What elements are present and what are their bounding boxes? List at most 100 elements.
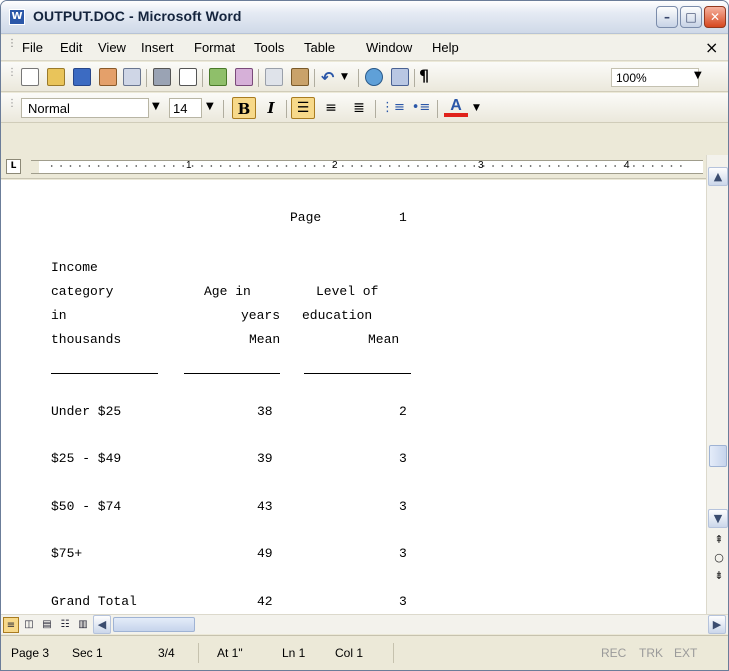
font-color-button[interactable]: A	[444, 97, 468, 117]
indent-marker[interactable]	[31, 161, 39, 173]
menu-help[interactable]: Help	[432, 40, 459, 55]
ruler-number: 2	[332, 160, 338, 171]
next-page-icon[interactable]: ⇟	[713, 569, 725, 583]
close-window-button[interactable]: ✕	[704, 6, 726, 28]
row-category: Under $25	[51, 404, 122, 419]
menu-view[interactable]: View	[98, 40, 126, 55]
menubar-grip-icon[interactable]: ⋮	[7, 39, 17, 49]
save-icon[interactable]	[73, 68, 91, 86]
ruler-number: 4	[624, 160, 630, 171]
toolbar-grip-icon[interactable]: ⋮	[7, 68, 17, 78]
spelling-icon[interactable]	[209, 68, 227, 86]
print-preview-icon[interactable]	[179, 68, 197, 86]
row-education: 3	[399, 451, 407, 466]
align-right-button[interactable]: ≣	[347, 97, 371, 119]
status-rec[interactable]: REC	[601, 646, 626, 660]
style-select[interactable]: Normal	[21, 98, 149, 118]
header-cell: in	[51, 308, 67, 323]
row-age: 39	[257, 451, 273, 466]
menu-window[interactable]: Window	[366, 40, 412, 55]
status-position: At 1"	[217, 646, 243, 660]
bold-button[interactable]: B	[232, 97, 256, 119]
menu-table[interactable]: Table	[304, 40, 335, 55]
document-close-button[interactable]: ×	[705, 38, 718, 57]
status-column: Col 1	[335, 646, 364, 660]
header-cell: years	[241, 308, 281, 323]
research-icon[interactable]	[235, 68, 253, 86]
normal-view-icon[interactable]: ≡	[3, 617, 19, 633]
zoom-dropdown-icon[interactable]: ▼	[694, 70, 702, 81]
table-icon[interactable]	[391, 68, 409, 86]
print-layout-view-icon[interactable]: ▤	[39, 617, 55, 633]
select-browse-object-icon[interactable]: ○	[713, 551, 725, 565]
reading-layout-view-icon[interactable]: ▥	[75, 617, 91, 633]
page-label: Page	[290, 210, 322, 225]
column-rule	[184, 373, 280, 374]
outline-view-icon[interactable]: ☷	[57, 617, 73, 633]
row-education: 3	[399, 546, 407, 561]
row-age: 38	[257, 404, 273, 419]
header-cell: Mean	[368, 332, 400, 347]
scroll-left-button[interactable]: ◀	[93, 615, 111, 634]
horizontal-scroll-thumb[interactable]	[113, 617, 195, 632]
status-ext[interactable]: EXT	[674, 646, 697, 660]
align-center-button[interactable]: ≡	[319, 97, 343, 119]
menu-file[interactable]: File	[22, 40, 43, 55]
minimize-button[interactable]: –	[656, 6, 678, 28]
undo-icon[interactable]: ↶	[321, 68, 339, 87]
scroll-down-button[interactable]: ▼	[708, 509, 728, 528]
horizontal-scrollbar[interactable]: ≡ ◫ ▤ ☷ ▥ ◀ ▶	[1, 614, 728, 634]
scroll-thumb[interactable]	[709, 445, 727, 467]
row-category: $75+	[51, 546, 83, 561]
italic-button[interactable]: I	[259, 97, 283, 119]
previous-page-icon[interactable]: ⇞	[713, 533, 725, 547]
undo-dropdown-icon[interactable]: ▼	[341, 72, 359, 90]
menu-format[interactable]: Format	[194, 40, 235, 55]
scroll-up-button[interactable]: ▲	[708, 167, 728, 186]
vertical-scrollbar[interactable]: ▲ ▼ ⇞ ○ ⇟	[706, 155, 728, 615]
document-body[interactable]: Page 1 Income category Age in Level of i…	[1, 180, 706, 634]
email-icon[interactable]	[123, 68, 141, 86]
permission-icon[interactable]	[99, 68, 117, 86]
row-age: 43	[257, 499, 273, 514]
font-size-select[interactable]: 14	[169, 98, 202, 118]
status-trk[interactable]: TRK	[639, 646, 663, 660]
numbering-button[interactable]: ⋮≡	[381, 97, 405, 119]
title-bar[interactable]: W OUTPUT.DOC - Microsoft Word – □ ✕	[1, 1, 728, 34]
tab-selector[interactable]: L	[6, 159, 21, 174]
horizontal-ruler[interactable]: L 1 2 3 4	[1, 155, 706, 179]
zoom-select[interactable]: 100%	[611, 68, 699, 87]
open-folder-icon[interactable]	[47, 68, 65, 86]
maximize-button[interactable]: □	[680, 6, 702, 28]
copy-icon[interactable]	[265, 68, 283, 86]
formatting-toolbar: ⋮ Normal ▼ 14 ▼ B I ☰ ≡ ≣ ⋮≡ •≡ A ▼	[1, 93, 728, 123]
menu-insert[interactable]: Insert	[141, 40, 174, 55]
menu-tools[interactable]: Tools	[254, 40, 284, 55]
row-education: 3	[399, 499, 407, 514]
style-dropdown-icon[interactable]: ▼	[152, 101, 160, 112]
row-category: $50 - $74	[51, 499, 122, 514]
new-document-icon[interactable]	[21, 68, 39, 86]
font-color-dropdown-icon[interactable]: ▼	[473, 103, 480, 113]
header-cell: thousands	[51, 332, 122, 347]
toolbar-grip-icon[interactable]: ⋮	[7, 99, 17, 109]
row-education: 3	[399, 594, 407, 609]
hyperlink-icon[interactable]	[365, 68, 383, 86]
bullets-button[interactable]: •≡	[409, 97, 433, 119]
standard-toolbar: ⋮ ↶ ▼ ¶ 100% ▼	[1, 62, 728, 92]
header-cell: Level of	[316, 284, 379, 299]
web-layout-view-icon[interactable]: ◫	[21, 617, 37, 633]
status-page-count: 3/4	[158, 646, 175, 660]
ruler-number: 3	[478, 160, 484, 171]
align-left-button[interactable]: ☰	[291, 97, 315, 119]
menu-edit[interactable]: Edit	[60, 40, 82, 55]
paste-icon[interactable]	[291, 68, 309, 86]
row-age: 42	[257, 594, 273, 609]
word-app-icon[interactable]: W	[9, 9, 25, 25]
show-formatting-icon[interactable]: ¶	[419, 66, 437, 85]
scroll-right-button[interactable]: ▶	[708, 615, 726, 634]
print-icon[interactable]	[153, 68, 171, 86]
window-title: OUTPUT.DOC - Microsoft Word	[33, 8, 242, 24]
font-size-dropdown-icon[interactable]: ▼	[206, 101, 214, 112]
row-category: $25 - $49	[51, 451, 122, 466]
